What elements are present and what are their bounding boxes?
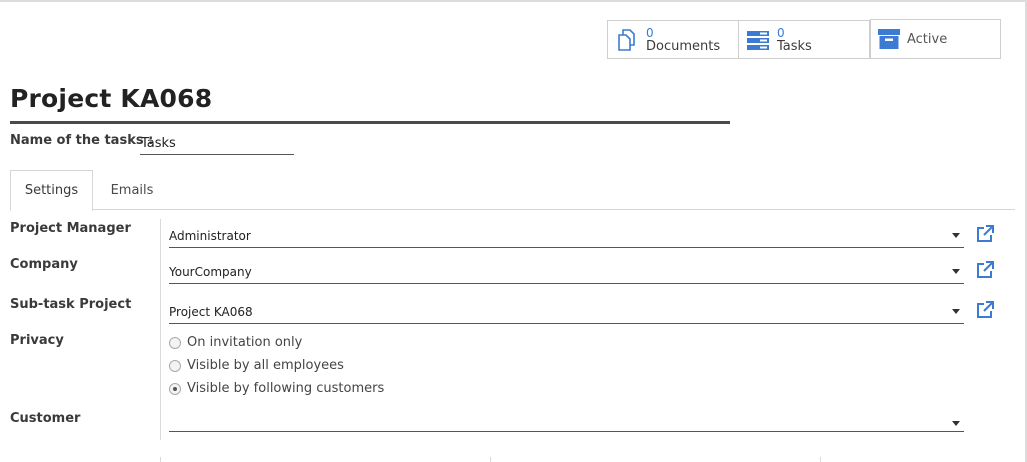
tasks-label: Tasks — [777, 38, 812, 54]
radio-button[interactable] — [169, 359, 181, 372]
company-label: Company — [10, 257, 78, 272]
project-title[interactable]: Project KA068 — [10, 84, 212, 113]
documents-icon — [608, 27, 646, 53]
project-manager-value: Administrator — [169, 229, 251, 243]
project-manager-select[interactable]: Administrator — [169, 220, 964, 248]
chevron-down-icon[interactable] — [952, 421, 960, 426]
company-value: YourCompany — [169, 265, 252, 279]
company-select[interactable]: YourCompany — [169, 256, 964, 284]
tasks-count: 0 — [777, 25, 785, 40]
notebook-tabs: Settings Emails — [10, 170, 1015, 211]
chevron-down-icon[interactable] — [952, 233, 960, 238]
chevron-down-icon[interactable] — [952, 309, 960, 314]
radio-button-checked[interactable] — [169, 382, 181, 395]
subtask-project-value: Project KA068 — [169, 305, 253, 319]
active-toggle-button[interactable]: Active — [870, 19, 1001, 59]
label-column-divider — [160, 219, 161, 440]
customer-select[interactable] — [169, 404, 964, 432]
privacy-option-invitation[interactable]: On invitation only — [169, 335, 302, 350]
documents-count: 0 — [646, 25, 654, 40]
subtask-project-label: Sub-task Project — [10, 297, 132, 312]
privacy-option-customers[interactable]: Visible by following customers — [169, 381, 384, 396]
tasks-name-label: Name of the tasks : — [10, 133, 154, 148]
chevron-down-icon[interactable] — [952, 269, 960, 274]
external-link-icon[interactable] — [975, 224, 995, 244]
radio-button[interactable] — [169, 336, 181, 349]
tasks-icon — [739, 28, 777, 52]
title-underline — [10, 121, 730, 124]
divider-tick — [160, 457, 161, 462]
tab-settings[interactable]: Settings — [10, 170, 93, 211]
external-link-icon[interactable] — [975, 260, 995, 280]
privacy-option-employees[interactable]: Visible by all employees — [169, 358, 344, 373]
privacy-option-label: Visible by all employees — [187, 358, 344, 373]
tab-emails[interactable]: Emails — [93, 170, 171, 210]
tasks-button[interactable]: 0 Tasks — [738, 20, 870, 59]
subtask-project-select[interactable]: Project KA068 — [169, 296, 964, 324]
external-link-icon[interactable] — [975, 300, 995, 320]
active-label: Active — [907, 31, 948, 47]
privacy-label: Privacy — [10, 333, 64, 348]
project-manager-label: Project Manager — [10, 221, 131, 236]
archive-box-icon — [871, 28, 907, 50]
customer-label: Customer — [10, 411, 81, 426]
documents-button[interactable]: 0 Documents — [607, 20, 739, 59]
tasks-name-input[interactable] — [140, 133, 294, 155]
privacy-option-label: Visible by following customers — [187, 381, 385, 396]
divider-tick — [820, 457, 821, 462]
divider-tick — [490, 457, 491, 462]
privacy-option-label: On invitation only — [187, 335, 303, 350]
documents-label: Documents — [646, 38, 721, 54]
